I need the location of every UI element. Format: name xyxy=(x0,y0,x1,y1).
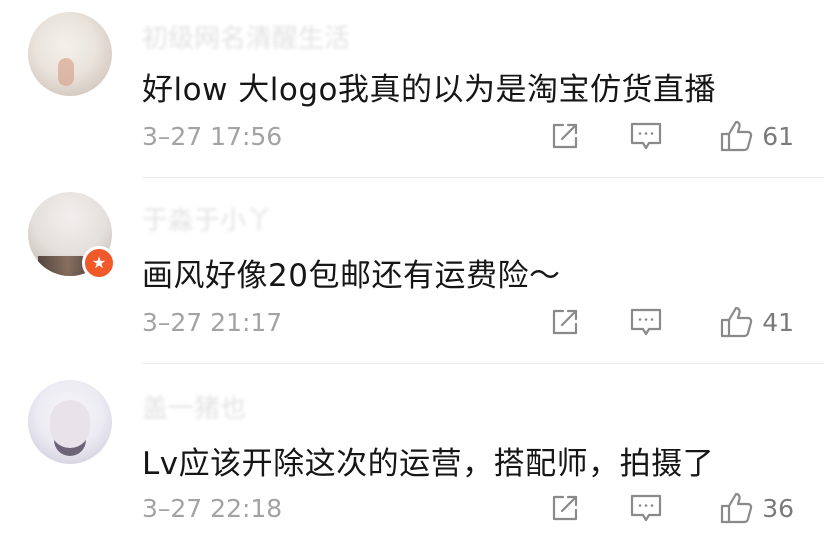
like-button[interactable]: 61 xyxy=(718,118,794,154)
comment-text: 画风好像20包邮还有运费险～ xyxy=(142,258,561,294)
thumbs-up-icon xyxy=(718,118,754,154)
avatar[interactable]: ★ xyxy=(28,192,116,280)
comment-item: ★ 于淼于小丫 画风好像20包邮还有运费险～ 3–27 21:17 41 xyxy=(0,178,824,364)
username[interactable]: 初级网名清醒生活 xyxy=(142,18,350,55)
comment-icon xyxy=(628,305,664,339)
username[interactable]: 于淼于小丫 xyxy=(142,200,272,237)
username[interactable]: 盖一猪也 xyxy=(142,388,246,425)
comment-icon xyxy=(628,491,664,525)
avatar-image xyxy=(28,380,112,464)
comment-item: 初级网名清醒生活 好low 大logo我真的以为是淘宝仿货直播 3–27 17:… xyxy=(0,0,824,178)
share-icon xyxy=(548,491,582,525)
avatar[interactable] xyxy=(28,380,112,464)
timestamp: 3–27 22:18 xyxy=(142,494,283,523)
like-count: 41 xyxy=(762,307,794,337)
like-count: 36 xyxy=(762,493,794,523)
thumbs-up-icon xyxy=(718,304,754,340)
comment-button[interactable] xyxy=(628,304,664,340)
like-button[interactable]: 36 xyxy=(718,490,794,526)
comment-button[interactable] xyxy=(628,490,664,526)
share-icon xyxy=(548,305,582,339)
comment-text: Lv应该开除这次的运营，搭配师，拍摄了 xyxy=(142,446,715,482)
timestamp: 3–27 21:17 xyxy=(142,308,283,337)
share-button[interactable] xyxy=(548,118,582,154)
verified-badge-icon: ★ xyxy=(82,246,116,280)
comment-button[interactable] xyxy=(628,118,664,154)
like-count: 61 xyxy=(762,121,794,151)
share-button[interactable] xyxy=(548,304,582,340)
avatar[interactable] xyxy=(28,12,112,96)
like-button[interactable]: 41 xyxy=(718,304,794,340)
comment-item: 盖一猪也 Lv应该开除这次的运营，搭配师，拍摄了 3–27 22:18 36 xyxy=(0,364,824,544)
avatar-image xyxy=(28,12,112,96)
comment-icon xyxy=(628,119,664,153)
comment-list: 初级网名清醒生活 好low 大logo我真的以为是淘宝仿货直播 3–27 17:… xyxy=(0,0,824,544)
share-button[interactable] xyxy=(548,490,582,526)
timestamp: 3–27 17:56 xyxy=(142,122,283,151)
thumbs-up-icon xyxy=(718,490,754,526)
comment-text: 好low 大logo我真的以为是淘宝仿货直播 xyxy=(142,72,717,108)
share-icon xyxy=(548,119,582,153)
